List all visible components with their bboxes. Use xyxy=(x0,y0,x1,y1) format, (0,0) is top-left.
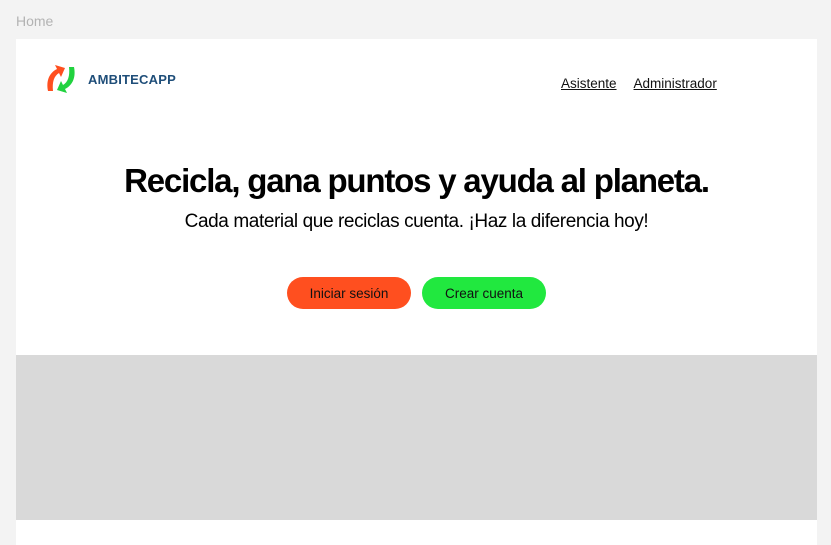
home-page: AMBITECAPP Asistente Administrador Recic… xyxy=(16,39,817,545)
signup-button[interactable]: Crear cuenta xyxy=(422,277,546,309)
nav-link-administrador[interactable]: Administrador xyxy=(634,76,717,91)
brand-name: AMBITECAPP xyxy=(88,71,176,87)
nav-link-asistente[interactable]: Asistente xyxy=(561,76,617,91)
hero-title: Recicla, gana puntos y ayuda al planeta. xyxy=(124,162,710,199)
frame-label: Home xyxy=(16,13,54,29)
image-placeholder-banner xyxy=(16,355,817,520)
brand-logo[interactable]: AMBITECAPP xyxy=(44,61,176,97)
login-button[interactable]: Iniciar sesión xyxy=(287,277,411,309)
hero-subtitle: Cada material que reciclas cuenta. ¡Haz … xyxy=(184,211,649,232)
main-nav: Asistente Administrador xyxy=(561,76,717,91)
recycle-arrows-icon xyxy=(44,61,78,97)
